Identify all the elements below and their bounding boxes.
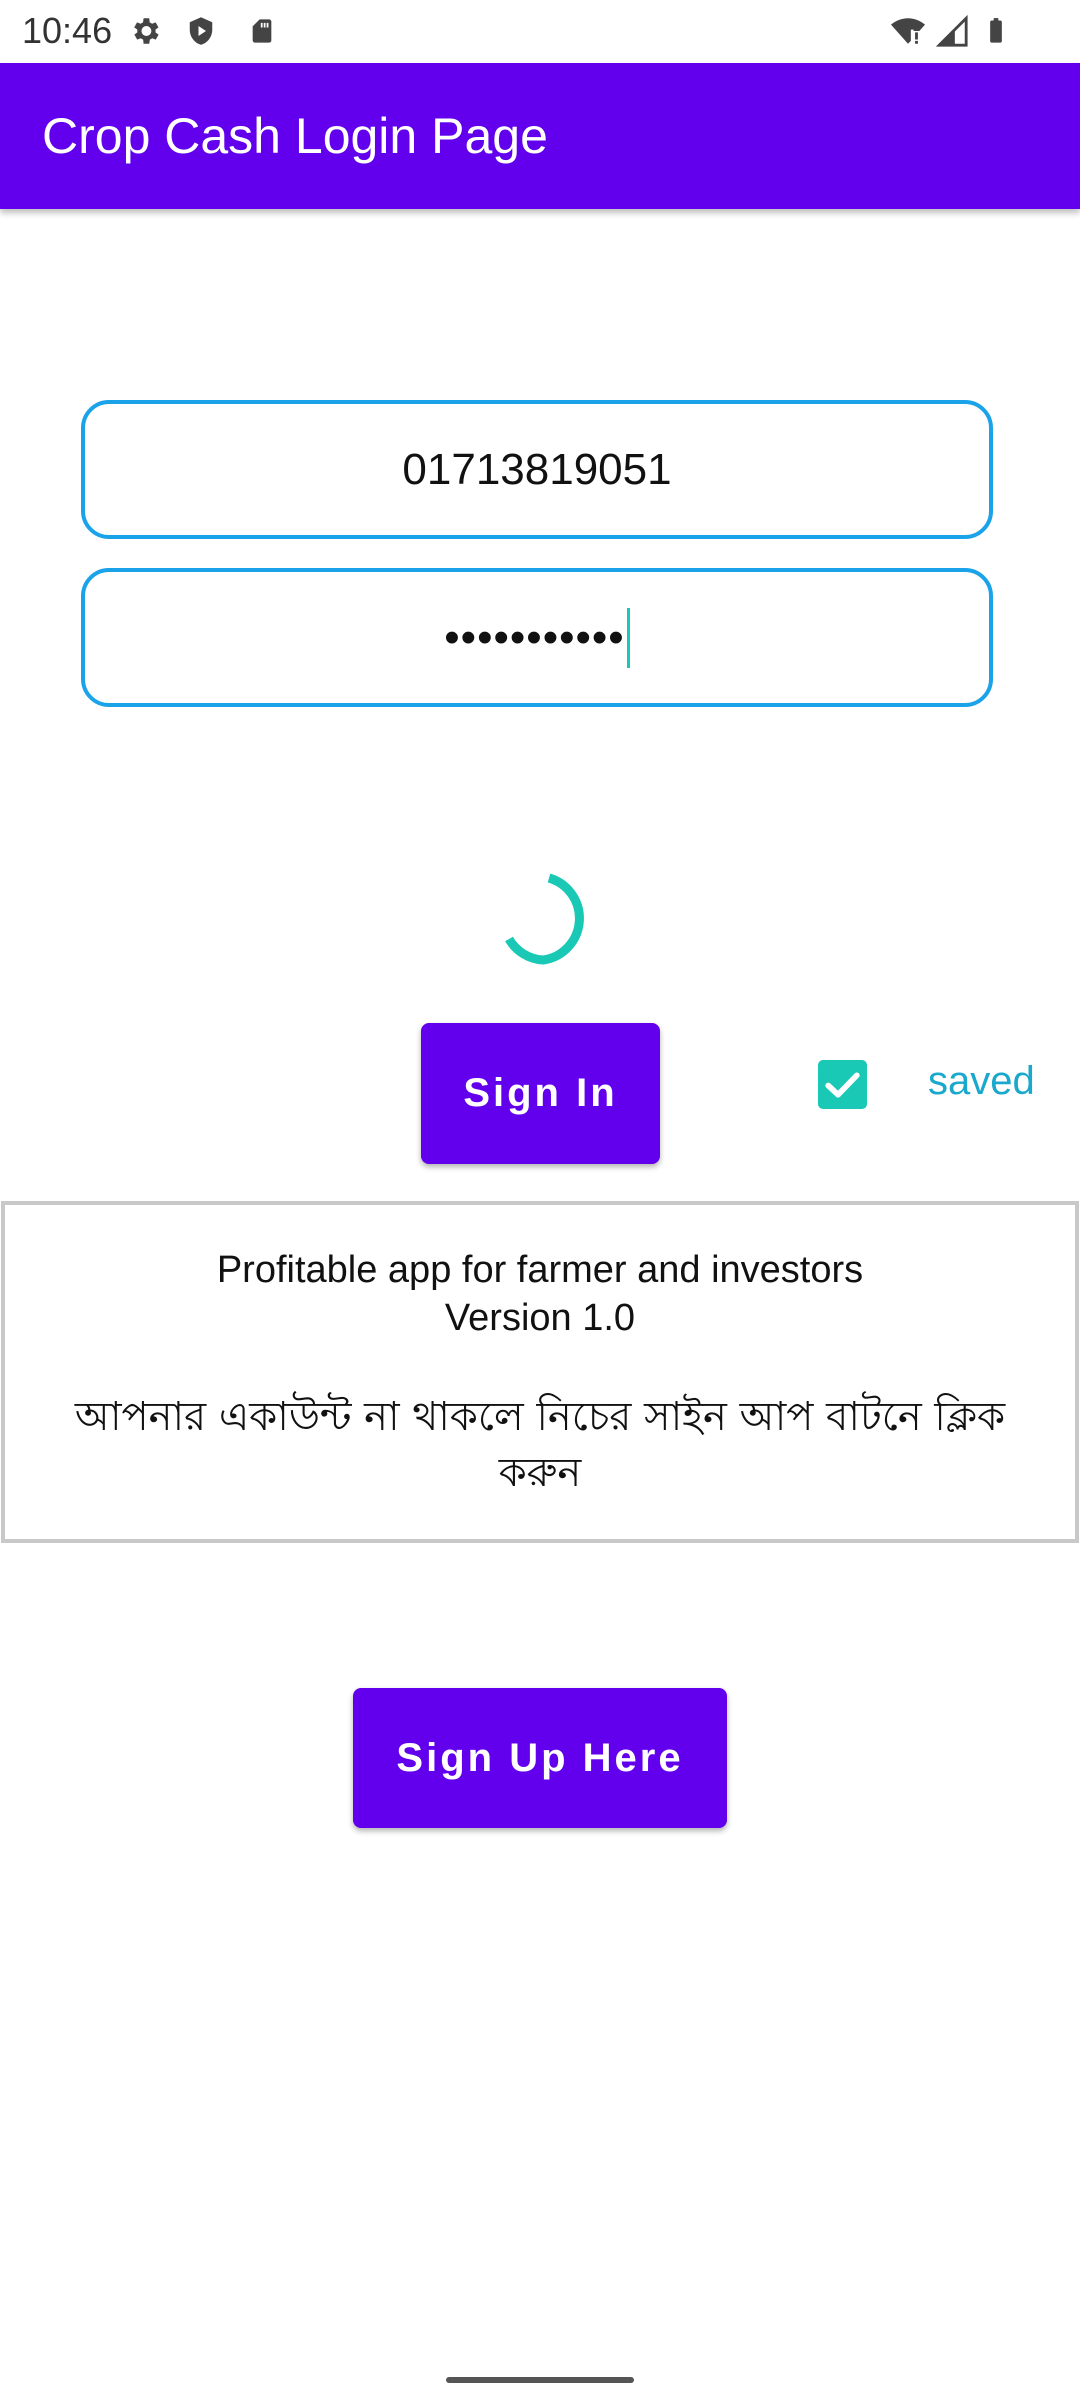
password-mask: ••••••••••• bbox=[444, 612, 625, 662]
loading-spinner-icon bbox=[505, 873, 584, 965]
shield-play-icon bbox=[189, 17, 213, 45]
cell-signal-icon bbox=[935, 14, 968, 47]
password-input[interactable]: ••••••••••• bbox=[81, 568, 993, 707]
phone-number-value: 01713819051 bbox=[402, 444, 672, 494]
saved-label[interactable]: saved bbox=[928, 1059, 1035, 1104]
app-title: Crop Cash Login Page bbox=[42, 108, 548, 164]
phone-number-input[interactable]: 01713819051 bbox=[81, 400, 993, 539]
sign-in-button[interactable]: Sign In bbox=[421, 1023, 660, 1164]
saved-checkbox[interactable] bbox=[818, 1060, 867, 1109]
battery-icon bbox=[990, 18, 1002, 43]
sign-up-button[interactable]: Sign Up Here bbox=[353, 1688, 727, 1828]
gear-icon bbox=[134, 18, 159, 44]
wifi-alert-icon bbox=[891, 18, 925, 44]
sd-card-icon bbox=[252, 19, 272, 43]
status-time: 10:46 bbox=[22, 10, 113, 51]
signup-instruction: আপনার একাউন্ট না থাকলে নিচের সাইন আপ বাট… bbox=[74, 1394, 1006, 1496]
app-bar: Crop Cash Login Page bbox=[0, 63, 1080, 209]
text-cursor bbox=[626, 607, 630, 668]
app-version: Version 1.0 bbox=[444, 1297, 636, 1339]
checkmark-icon bbox=[825, 1072, 860, 1098]
info-panel: Profitable app for farmer and investors … bbox=[1, 1201, 1079, 1543]
app-description: Profitable app for farmer and investors bbox=[216, 1249, 864, 1291]
gesture-navigation-bar[interactable] bbox=[446, 2377, 634, 2383]
status-bar: 10:46 bbox=[0, 0, 1080, 63]
